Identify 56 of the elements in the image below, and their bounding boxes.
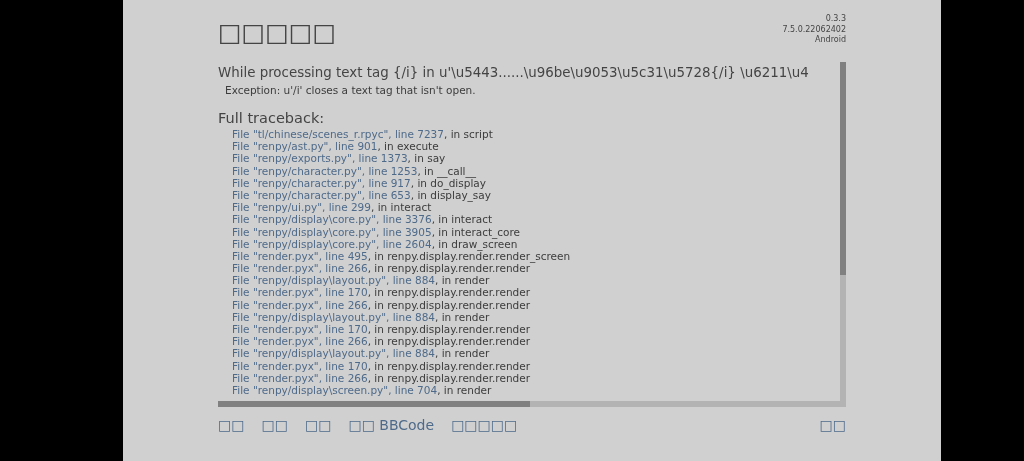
action-link[interactable]: □□ (261, 417, 288, 433)
function-text: , in display_say (410, 188, 491, 201)
vertical-scrollbar[interactable] (840, 62, 846, 401)
error-heading: While processing text tag {/i} in u'\u5443......\u96be\u9053\u5c31\u5728{/i} \u6211\u4 (218, 64, 810, 82)
file-link[interactable]: File "tl/chinese/scenes_r.rpyc", line 7237 (232, 128, 444, 140)
file-link[interactable]: File "render.pyx", line 495 (232, 249, 368, 262)
function-text: , in render (435, 347, 490, 360)
function-text: , in do_display (410, 176, 486, 189)
file-link[interactable]: File "renpy/display\layout.py", line 884 (232, 347, 435, 360)
file-link[interactable]: File "render.pyx", line 266 (232, 371, 368, 384)
file-link[interactable]: File "render.pyx", line 266 (232, 262, 368, 275)
version-text: Android (815, 35, 846, 46)
function-text: , in renpy.display.render.render (367, 286, 530, 299)
function-text: , in __call__ (417, 164, 477, 177)
version-text: 7.5.0.22062402 (782, 24, 846, 35)
function-text: , in renpy.display.render.render (367, 323, 530, 335)
action-link[interactable]: □□ (218, 417, 245, 433)
function-text: , in renpy.display.render.render (367, 371, 530, 384)
horizontal-scrollbar[interactable] (218, 401, 846, 407)
function-text: , in interact (431, 213, 493, 226)
function-text: , in renpy.display.render.render (367, 335, 530, 348)
action-link[interactable]: □□□□□ (451, 417, 518, 433)
action-link[interactable]: □□ (304, 417, 332, 433)
file-link[interactable]: File "render.pyx", line 170 (232, 286, 368, 299)
function-text: , in renpy.display.render.render (367, 298, 530, 311)
file-link[interactable]: File "render.pyx", line 170 (232, 323, 368, 335)
function-text: , in renpy.display.render.render (367, 359, 530, 372)
file-link[interactable]: File "render.pyx", line 266 (232, 298, 368, 311)
function-text: , in script (443, 128, 493, 140)
function-text: , in render (435, 310, 490, 323)
exception-text: Exception: u'/i' closes a text tag that isn't open. (224, 83, 477, 97)
function-text: , in render (435, 274, 490, 287)
function-text: , in interact_core (431, 225, 521, 238)
file-link[interactable]: File "renpy/ui.py", line 299 (232, 201, 371, 214)
function-text: , in renpy.display.render.render_screen (367, 249, 571, 262)
file-link[interactable]: File "renpy/character.py", line 653 (232, 188, 411, 201)
file-link[interactable]: File "renpy/display\core.py", line 3905 (232, 225, 432, 238)
file-link[interactable]: File "renpy/display\layout.py", line 884 (232, 274, 435, 287)
file-link[interactable]: File "renpy/exports.py", line 1373 (232, 152, 408, 165)
screen-title: □□□□□ (218, 18, 337, 47)
function-text: , in renpy.display.render.render (367, 262, 530, 275)
action-link[interactable]: □□ BBCode (348, 417, 435, 433)
function-text: , in say (407, 152, 446, 165)
function-text: , in interact (371, 201, 432, 214)
function-text: , in draw_screen (431, 237, 518, 250)
file-link[interactable]: File "renpy/character.py", line 917 (232, 176, 411, 189)
file-link[interactable]: File "renpy/display\layout.py", line 884 (232, 310, 435, 323)
version-text: 0.3.3 (825, 14, 846, 25)
quit-link[interactable]: □□ (819, 417, 846, 433)
file-link[interactable]: File "render.pyx", line 170 (232, 359, 368, 372)
traceback-heading: Full traceback: (218, 109, 326, 128)
file-link[interactable]: File "renpy/display\core.py", line 2604 (232, 237, 432, 250)
function-text: , in execute (377, 140, 439, 153)
function-text: , in render (437, 383, 492, 396)
file-link[interactable]: File "render.pyx", line 266 (232, 335, 368, 348)
file-link[interactable]: File "renpy/display\core.py", line 3376 (232, 213, 432, 226)
